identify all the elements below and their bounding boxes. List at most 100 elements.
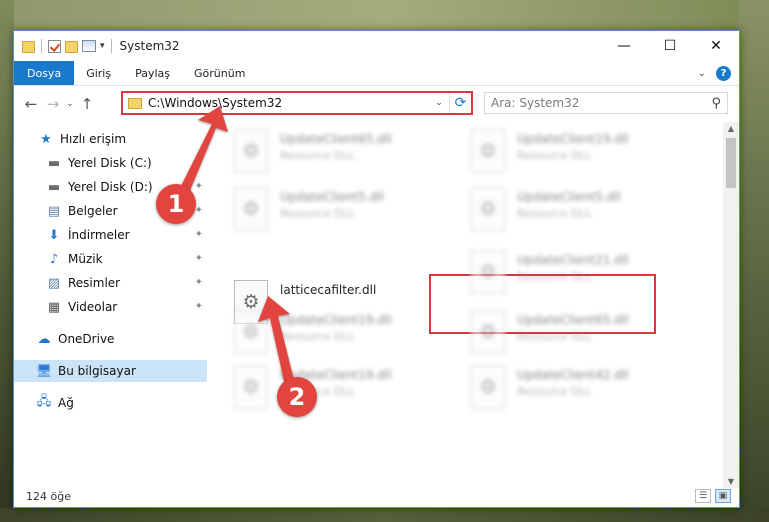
desktop-background-bottom [0, 508, 769, 522]
step-1-badge: 1 [156, 184, 196, 224]
scroll-down-arrow-icon[interactable]: ▼ [723, 477, 739, 486]
sidebar-item-onedrive[interactable]: ☁ OneDrive [14, 328, 207, 350]
file-name: UpdateClient21.dll [517, 253, 629, 267]
address-bar[interactable]: C:\Windows\System32 ⌄ ⟳ [121, 91, 473, 115]
file-type: Resource DLL [517, 207, 592, 220]
documents-icon: ▤ [47, 203, 61, 219]
customize-toolbar-caret-icon[interactable]: ▾ [100, 41, 105, 51]
search-input[interactable]: Ara: System32 [491, 96, 711, 110]
expand-ribbon-chevron-icon[interactable]: ⌄ [698, 68, 706, 79]
gear-icon: ⚙ [242, 198, 260, 220]
file-type: Resource DLL [280, 330, 355, 343]
window-controls: — ☐ ✕ [601, 31, 739, 61]
pin-icon[interactable]: ✦ [195, 277, 203, 288]
sidebar-item-videos[interactable]: ▦ Videolar ✦ [14, 296, 207, 318]
new-folder-icon[interactable] [65, 41, 78, 53]
file-name: UpdateClient19.dll [280, 313, 392, 327]
desktop-background-left [0, 0, 14, 522]
scroll-up-arrow-icon[interactable]: ▲ [723, 124, 739, 133]
file-type: Resource DLL [280, 149, 355, 162]
sidebar-item-label: Ağ [58, 396, 74, 410]
tab-file[interactable]: Dosya [14, 61, 75, 85]
download-icon: ⬇ [48, 227, 60, 243]
file-name: UpdateClient5.dll [280, 190, 384, 204]
tab-view[interactable]: Görünüm [182, 61, 257, 85]
properties-check-icon[interactable] [48, 39, 61, 53]
forward-arrow-icon[interactable]: → [42, 95, 64, 113]
step-2-badge: 2 [277, 377, 317, 417]
sidebar-item-pictures[interactable]: ▨ Resimler ✦ [14, 272, 207, 294]
address-path[interactable]: C:\Windows\System32 [148, 96, 429, 110]
file-item[interactable]: ⚙ UpdateClient5.dll Resource DLL [471, 184, 691, 234]
recent-locations-chevron-icon[interactable]: ⌄ [64, 99, 76, 109]
up-arrow-icon[interactable]: ↑ [76, 95, 98, 113]
drive-icon: ▬ [47, 155, 61, 171]
sidebar-item-label: Yerel Disk (C:) [68, 156, 152, 170]
file-item[interactable]: ⚙ UpdateClient42.dll Resource DLL [471, 362, 691, 412]
minimize-button[interactable]: — [601, 31, 647, 61]
navigation-bar: ← → ⌄ ↑ C:\Windows\System32 ⌄ ⟳ Ara: Sys… [14, 86, 739, 122]
pin-icon[interactable]: ✦ [195, 205, 203, 216]
pictures-icon: ▨ [47, 275, 61, 291]
pin-icon[interactable]: ✦ [195, 157, 203, 168]
window-title: System32 [119, 39, 180, 53]
dll-file-icon: ⚙ [234, 365, 268, 409]
network-icon: 🖧 [36, 394, 52, 409]
main-area: ★ Hızlı erişim ▬ Yerel Disk (C:) ✦ ▬ Yer… [14, 122, 739, 488]
gear-icon: ⚙ [242, 321, 260, 343]
desktop-background-right [739, 0, 769, 522]
tab-share[interactable]: Paylaş [123, 61, 182, 85]
file-list: ⚙ UpdateClient65.dll Resource DLL ⚙ Updat… [209, 122, 724, 488]
dll-file-icon: ⚙ [234, 187, 268, 231]
file-name: latticecafilter.dll [280, 283, 377, 297]
search-box[interactable]: Ara: System32 ⚲ [484, 92, 728, 114]
gear-icon: ⚙ [479, 198, 497, 220]
large-icons-view-icon[interactable]: ▣ [715, 489, 731, 503]
sidebar-item-network[interactable]: 🖧 Ağ [14, 392, 207, 414]
view-switcher: ☰ ▣ [695, 489, 731, 503]
search-icon[interactable]: ⚲ [711, 96, 721, 111]
title-bar: ▾ System32 — ☐ ✕ [14, 31, 739, 61]
pin-icon[interactable]: ✦ [195, 229, 203, 240]
tab-home[interactable]: Giriş [74, 61, 123, 85]
sidebar-item-quick-access[interactable]: ★ Hızlı erişim [14, 128, 207, 150]
file-item[interactable]: ⚙ UpdateClient19.dll Resource DLL [234, 362, 454, 412]
drive-icon: ▬ [47, 179, 61, 195]
pin-icon[interactable]: ✦ [195, 253, 203, 264]
computer-icon: 🖥 [35, 363, 53, 379]
scrollbar-thumb[interactable] [726, 138, 736, 188]
back-arrow-icon[interactable]: ← [20, 95, 42, 113]
dll-file-icon: ⚙ [471, 250, 505, 294]
dll-file-icon: ⚙ [234, 310, 268, 354]
file-name: UpdateClient5.dll [517, 190, 621, 204]
item-count: 124 öğe [26, 490, 71, 503]
pin-icon[interactable]: ✦ [195, 301, 203, 312]
sidebar-item-this-pc[interactable]: 🖥 Bu bilgisayar [14, 360, 207, 382]
close-button[interactable]: ✕ [693, 31, 739, 61]
sidebar-item-music[interactable]: ♪ Müzik ✦ [14, 248, 207, 270]
vertical-scrollbar[interactable]: ▲ ▼ [723, 122, 739, 488]
ribbon-tabs: Dosya Giriş Paylaş Görünüm ⌄ ? [14, 61, 739, 86]
file-item[interactable]: ⚙ UpdateClient21.dll Resource DLL [471, 247, 691, 297]
quick-access-toolbar: ▾ [14, 39, 114, 53]
address-dropdown-chevron-icon[interactable]: ⌄ [429, 98, 449, 108]
file-item[interactable]: ⚙ UpdateClient5.dll Resource DLL [234, 184, 454, 234]
cloud-icon: ☁ [37, 331, 51, 347]
sidebar-item-local-disk-c[interactable]: ▬ Yerel Disk (C:) ✦ [14, 152, 207, 174]
refresh-icon[interactable]: ⟳ [449, 93, 471, 113]
toolbar-divider [41, 39, 42, 53]
help-icon[interactable]: ? [716, 66, 731, 81]
maximize-button[interactable]: ☐ [647, 31, 693, 61]
file-item[interactable]: ⚙ UpdateClient65.dll Resource DLL [234, 126, 454, 176]
pin-icon[interactable]: ✦ [195, 181, 203, 192]
desktop-background-top [0, 0, 769, 30]
folder-icon [22, 41, 35, 53]
sidebar-item-downloads[interactable]: ⬇ İndirmeler ✦ [14, 224, 207, 246]
sidebar-item-label: Videolar [68, 300, 118, 314]
view-properties-icon[interactable] [82, 40, 96, 52]
details-view-icon[interactable]: ☰ [695, 489, 711, 503]
file-item[interactable]: ⚙ UpdateClient65.dll Resource DLL [471, 307, 691, 357]
file-item[interactable]: ⚙ UpdateClient19.dll Resource DLL [471, 126, 691, 176]
file-item[interactable]: ⚙ UpdateClient19.dll Resource DLL [234, 307, 454, 357]
file-explorer-window: ▾ System32 — ☐ ✕ Dosya Giriş Paylaş Görü… [13, 30, 740, 508]
